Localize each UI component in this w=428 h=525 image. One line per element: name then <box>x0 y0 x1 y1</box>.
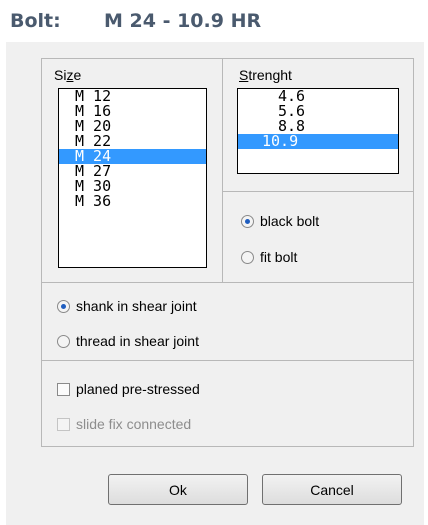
radio-selected-icon <box>241 214 254 228</box>
thread-in-shear-joint-radio[interactable]: thread in shear joint <box>57 333 199 349</box>
group-divider-checks <box>42 360 413 361</box>
bolt-label: Bolt: <box>10 10 61 32</box>
options-panel: Size M 12 M 16 M 20 M 22 M 24 M 27 M 30 … <box>41 58 414 447</box>
shank-in-shear-joint-radio[interactable]: shank in shear joint <box>57 298 197 314</box>
strength-listbox[interactable]: 4.6 5.6 8.8 10.9 <box>237 88 399 174</box>
size-item-m36[interactable]: M 36 <box>59 194 206 209</box>
group-divider-joint <box>42 282 413 283</box>
size-group-label: Size <box>54 67 82 83</box>
slide-fix-connected-checkbox: slide fix connected <box>57 416 191 432</box>
bolt-designation: M 24 - 10.9 HR <box>104 10 262 32</box>
planed-pre-stressed-checkbox[interactable]: planed pre-stressed <box>57 381 200 397</box>
fit-bolt-radio[interactable]: fit bolt <box>241 249 297 265</box>
radio-selected-icon <box>57 299 70 313</box>
group-divider-strength <box>222 191 414 192</box>
size-listbox[interactable]: M 12 M 16 M 20 M 22 M 24 M 27 M 30 M 36 <box>58 88 207 268</box>
black-bolt-radio[interactable]: black bolt <box>241 213 319 229</box>
checkbox-icon <box>57 382 70 396</box>
title-bar: Bolt: M 24 - 10.9 HR <box>0 0 428 42</box>
radio-unselected-icon <box>241 250 254 264</box>
ok-button[interactable]: Ok <box>108 474 248 505</box>
radio-unselected-icon <box>57 334 70 348</box>
strength-item-5-6[interactable]: 5.6 <box>238 104 398 119</box>
strength-group-label: Strenght <box>239 67 292 83</box>
checkbox-disabled-icon <box>57 417 70 431</box>
strength-item-4-6[interactable]: 4.6 <box>238 89 398 104</box>
strength-accelerator: S <box>239 67 249 83</box>
strength-item-10-9-selected[interactable]: 10.9 <box>238 134 398 149</box>
group-divider-vertical <box>222 59 223 282</box>
bolt-dialog: Size M 12 M 16 M 20 M 22 M 24 M 27 M 30 … <box>6 42 424 525</box>
cancel-button[interactable]: Cancel <box>262 474 402 505</box>
